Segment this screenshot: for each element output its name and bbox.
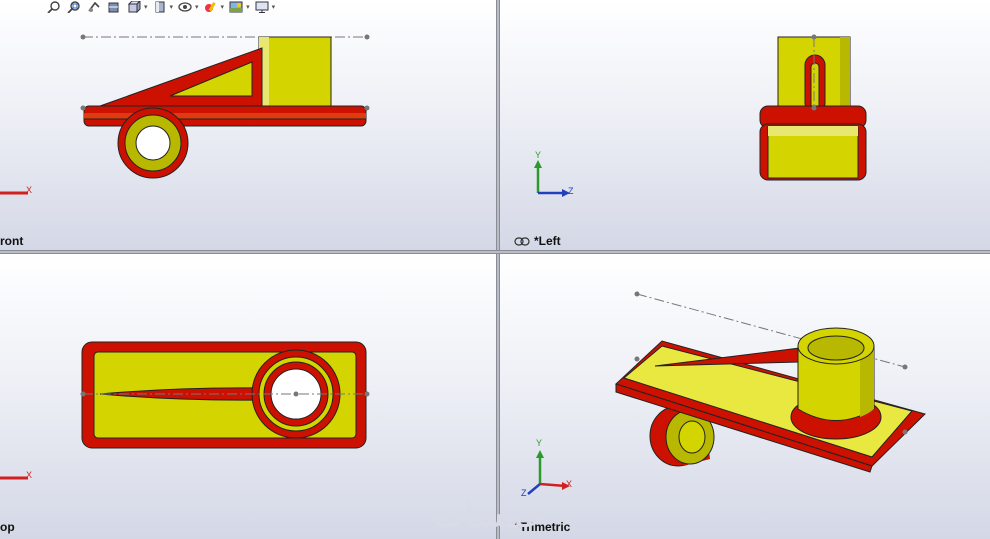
front-view-model	[0, 34, 370, 195]
hide-show-items-button[interactable]	[177, 0, 193, 14]
edit-appearance-button[interactable]	[203, 0, 219, 14]
view-orientation-button[interactable]	[126, 0, 142, 14]
hide-show-dropdown-icon[interactable]: ▾	[195, 3, 199, 11]
x-axis-label-trimetric: X	[566, 479, 573, 489]
viewport-splitter-vertical[interactable]	[496, 0, 500, 539]
top-view-model	[0, 341, 370, 480]
y-axis-label: Y	[535, 150, 542, 160]
view-orientation-dropdown-icon[interactable]: ▾	[144, 3, 148, 11]
display-style-icon	[155, 1, 165, 13]
section-view-icon	[108, 2, 119, 13]
display-style-button[interactable]	[152, 0, 168, 14]
edit-appearance-dropdown-icon[interactable]: ▾	[221, 3, 225, 11]
previous-view-icon	[88, 1, 100, 12]
zoom-to-fit-button[interactable]	[46, 0, 62, 14]
zoom-area-button[interactable]	[66, 0, 82, 14]
apply-scene-button[interactable]	[228, 0, 244, 14]
display-style-dropdown-icon[interactable]: ▾	[170, 3, 174, 11]
y-axis-label-trimetric: Y	[536, 438, 543, 448]
viewport-splitter-horizontal[interactable]	[0, 250, 990, 254]
z-axis-label: Z	[568, 186, 574, 196]
view-settings-icon	[255, 1, 269, 13]
watermark-text: خمسات	[432, 496, 546, 536]
viewport-left[interactable]: Y Z *Left	[500, 0, 990, 250]
link-views-icon[interactable]	[514, 235, 530, 249]
heads-up-view-toolbar: ▾ ▾ ▾ ▾ ▾ ▾	[0, 0, 990, 14]
viewport-label-left-text: *Left	[534, 234, 561, 248]
zoom-area-icon	[67, 1, 80, 13]
x-axis-label: X	[26, 185, 33, 195]
left-view-model	[534, 34, 867, 197]
view-settings-button[interactable]	[254, 0, 270, 14]
view-orientation-icon	[127, 1, 141, 13]
viewport-front[interactable]: X ront	[0, 0, 496, 250]
apply-scene-dropdown-icon[interactable]: ▾	[246, 3, 250, 11]
apply-scene-icon	[229, 1, 243, 13]
viewport-trimetric[interactable]: Y X Z *Trimetric	[500, 254, 990, 539]
hide-show-items-icon	[178, 2, 192, 12]
edit-appearance-icon	[204, 2, 216, 12]
x-axis-label-top: X	[26, 470, 33, 480]
section-view-button[interactable]	[106, 0, 122, 14]
viewport-label-top: op	[0, 520, 15, 534]
previous-view-button[interactable]	[86, 0, 102, 14]
zoom-to-fit-icon	[47, 1, 60, 13]
trimetric-view-model	[527, 291, 926, 495]
viewport-top[interactable]: X op	[0, 254, 496, 539]
viewport-label-left: *Left	[514, 234, 561, 249]
view-settings-dropdown-icon[interactable]: ▾	[272, 3, 276, 11]
viewport-label-front: ront	[0, 234, 24, 248]
